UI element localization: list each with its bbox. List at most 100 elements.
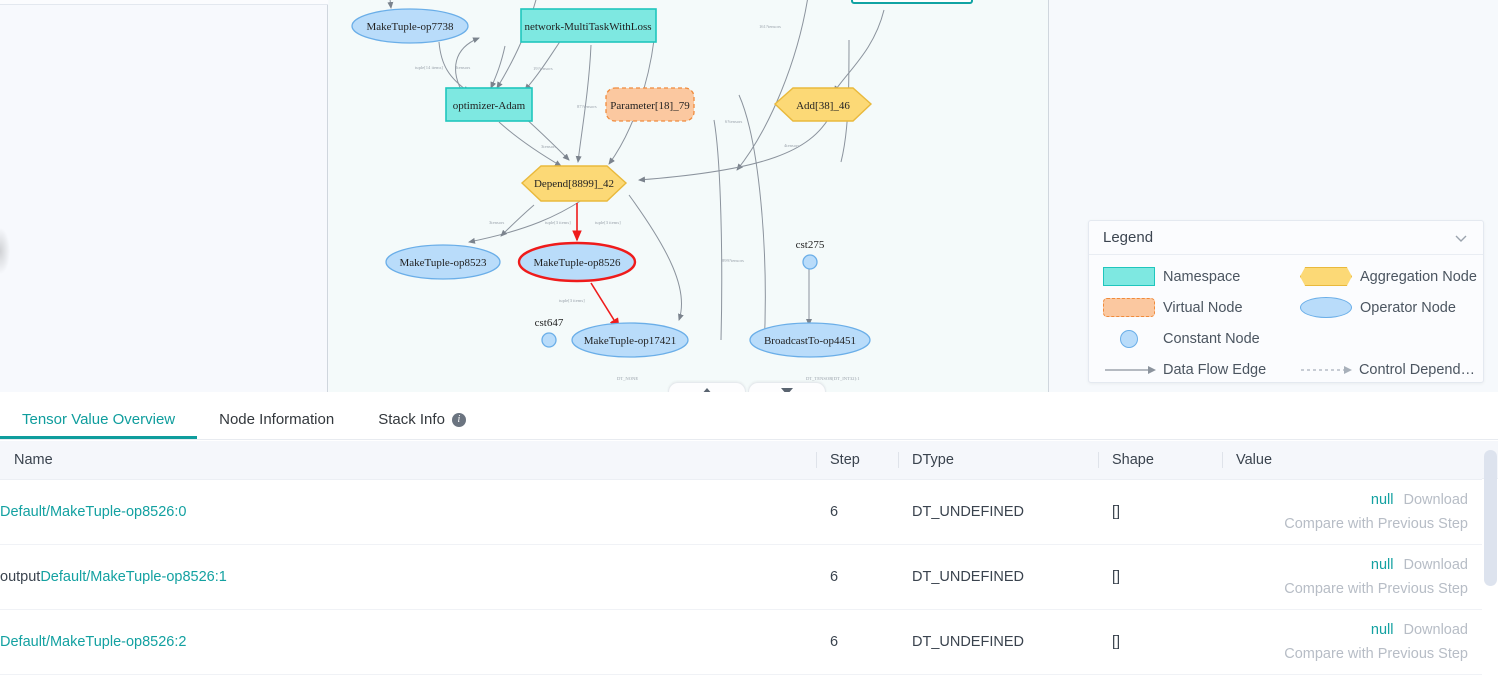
- legend-item-label: Constant Node: [1163, 331, 1260, 347]
- svg-text:Add[38]_46: Add[38]_46: [796, 100, 850, 112]
- graph-node-maketuple-op8526-selected[interactable]: MakeTuple-op8526: [519, 243, 635, 281]
- cell-dtype: DT_UNDEFINED: [898, 479, 1098, 544]
- svg-text:899?tensors: 899?tensors: [722, 258, 744, 263]
- svg-text:optimizer-Adam: optimizer-Adam: [453, 100, 526, 112]
- info-icon[interactable]: i: [452, 413, 466, 427]
- column-header-name[interactable]: Name: [0, 441, 816, 479]
- tensor-name-link[interactable]: Default/MakeTuple-op8526:0: [0, 504, 186, 520]
- cell-shape: []: [1098, 544, 1222, 609]
- cell-value: null Download Compare with Previous Step: [1222, 544, 1482, 609]
- legend-item-data-flow-edge: Data Flow Edge: [1089, 362, 1285, 378]
- compare-with-previous-step-button[interactable]: Compare with Previous Step: [1236, 581, 1468, 597]
- tensor-name-link[interactable]: Default/MakeTuple-op8526:1: [40, 569, 226, 585]
- computational-graph-canvas[interactable]: tuple[14 items] 2tensors 19?tensors 87?t…: [329, 0, 1049, 392]
- download-button[interactable]: Download: [1404, 492, 1469, 508]
- cell-dtype: DT_UNDEFINED: [898, 544, 1098, 609]
- download-button[interactable]: Download: [1404, 622, 1469, 638]
- cell-step: 6: [816, 479, 898, 544]
- graph-node-add-38-46: Add[38]_46: [775, 88, 871, 121]
- svg-text:3tensors: 3tensors: [489, 220, 505, 225]
- svg-text:tuple[3 items]: tuple[3 items]: [559, 298, 585, 303]
- compare-with-previous-step-button[interactable]: Compare with Previous Step: [1236, 646, 1468, 662]
- compare-with-previous-step-button[interactable]: Compare with Previous Step: [1236, 516, 1468, 532]
- graph-node-optimizer-adam: optimizer-Adam: [446, 88, 532, 121]
- legend-item-label: Aggregation Node: [1360, 269, 1477, 285]
- graph-node-maketuple-op17421: MakeTuple-op17421: [572, 323, 688, 357]
- cell-step: 6: [816, 544, 898, 609]
- tab-tensor-value-overview[interactable]: Tensor Value Overview: [0, 400, 197, 439]
- cell-value: null Download Compare with Previous Step: [1222, 609, 1482, 674]
- legend-item-label: Namespace: [1163, 269, 1240, 285]
- column-header-value[interactable]: Value: [1222, 441, 1482, 479]
- constant-swatch: [1103, 330, 1163, 348]
- legend-item-control-dependency-edge: Control Depende…: [1285, 362, 1483, 378]
- cell-step: 6: [816, 609, 898, 674]
- cell-shape: []: [1098, 609, 1222, 674]
- legend-row: Virtual Node Operator Node: [1089, 292, 1483, 323]
- svg-text:MakeTuple-op8526: MakeTuple-op8526: [534, 257, 621, 269]
- chevron-down-icon[interactable]: [1453, 230, 1469, 246]
- triangle-up-icon: [701, 388, 713, 392]
- table-scrollbar-thumb[interactable]: [1484, 450, 1497, 586]
- graph-node-network-multitaskwithloss: network-MultiTaskWithLoss: [521, 9, 656, 42]
- svg-text:Parameter[18]_79: Parameter[18]_79: [610, 100, 690, 112]
- graph-node-depend-8899-42: Depend[8899]_42: [522, 166, 626, 201]
- legend-item-label: Operator Node: [1360, 300, 1456, 316]
- svg-text:tuple[14 items]: tuple[14 items]: [415, 65, 443, 70]
- tensor-value: null: [1371, 622, 1394, 638]
- svg-text:3tensors: 3tensors: [541, 144, 557, 149]
- download-button[interactable]: Download: [1404, 557, 1469, 573]
- graph-scroll-up-button[interactable]: [668, 382, 746, 392]
- tensor-value-table-container: Name Step DType Shape Value Default/Make…: [0, 441, 1498, 694]
- legend-body: Namespace Aggregation Node Virtual Node: [1089, 255, 1483, 385]
- legend-panel: Legend Namespace Aggregation Node: [1088, 220, 1484, 383]
- svg-text:MakeTuple-op7738: MakeTuple-op7738: [367, 21, 454, 33]
- namespace-swatch: [1103, 267, 1163, 286]
- legend-item-operator-node: Operator Node: [1286, 297, 1483, 318]
- graph-scroll-down-button[interactable]: [748, 382, 826, 392]
- svg-text:cst647: cst647: [535, 317, 564, 329]
- svg-text:2tensors: 2tensors: [455, 65, 471, 70]
- control-dependency-edge-swatch: [1299, 364, 1359, 376]
- tab-stack-info[interactable]: Stack Info i: [356, 400, 488, 439]
- table-header-row: Name Step DType Shape Value: [0, 441, 1482, 479]
- graph-node-maketuple-op7738: MakeTuple-op7738: [352, 9, 468, 43]
- column-header-step[interactable]: Step: [816, 441, 898, 479]
- svg-text:network-MultiTaskWithLoss: network-MultiTaskWithLoss: [524, 21, 651, 33]
- aggregation-swatch: [1300, 267, 1360, 286]
- table-body: Default/MakeTuple-op8526:0 6 DT_UNDEFINE…: [0, 479, 1482, 674]
- legend-title: Legend: [1103, 229, 1153, 246]
- graph-node-cst647: cst647: [535, 317, 564, 347]
- svg-text:4tensors: 4tensors: [784, 143, 800, 148]
- cell-shape: []: [1098, 479, 1222, 544]
- graph-pager: [668, 382, 828, 392]
- legend-item-aggregation-node: Aggregation Node: [1286, 267, 1483, 286]
- cell-dtype: DT_UNDEFINED: [898, 609, 1098, 674]
- svg-text:cst275: cst275: [796, 239, 825, 251]
- legend-header[interactable]: Legend: [1089, 221, 1483, 255]
- tensor-name-link[interactable]: Default/MakeTuple-op8526:2: [0, 634, 186, 650]
- table-row: Default/MakeTuple-op8526:0 6 DT_UNDEFINE…: [0, 479, 1482, 544]
- triangle-down-icon: [781, 388, 793, 392]
- graph-toolbar-clipped-button[interactable]: [851, 0, 973, 4]
- detail-tabs: Tensor Value Overview Node Information S…: [0, 400, 1498, 439]
- legend-item-label: Data Flow Edge: [1163, 362, 1266, 378]
- svg-text:MakeTuple-op17421: MakeTuple-op17421: [584, 335, 676, 347]
- svg-text:tuple[3 items]: tuple[3 items]: [545, 220, 571, 225]
- virtual-swatch: [1103, 298, 1163, 317]
- graph-svg: tuple[14 items] 2tensors 19?tensors 87?t…: [329, 0, 1049, 392]
- legend-item-virtual-node: Virtual Node: [1089, 298, 1286, 317]
- tab-node-information[interactable]: Node Information: [197, 400, 356, 439]
- column-header-shape[interactable]: Shape: [1098, 441, 1222, 479]
- graph-region: tuple[14 items] 2tensors 19?tensors 87?t…: [0, 0, 1498, 392]
- legend-item-constant-node: Constant Node: [1089, 330, 1286, 348]
- svg-text:Depend[8899]_42: Depend[8899]_42: [534, 178, 614, 190]
- legend-item-namespace: Namespace: [1089, 267, 1286, 286]
- tensor-value: null: [1371, 492, 1394, 508]
- legend-item-label: Control Depende…: [1359, 362, 1483, 378]
- svg-text:BroadcastTo-op4451: BroadcastTo-op4451: [764, 335, 856, 347]
- graph-node-parameter-18-79: Parameter[18]_79: [606, 88, 694, 121]
- column-header-dtype[interactable]: DType: [898, 441, 1098, 479]
- graph-node-cst275: cst275: [796, 239, 825, 269]
- legend-row: Data Flow Edge Control Depende…: [1089, 354, 1483, 385]
